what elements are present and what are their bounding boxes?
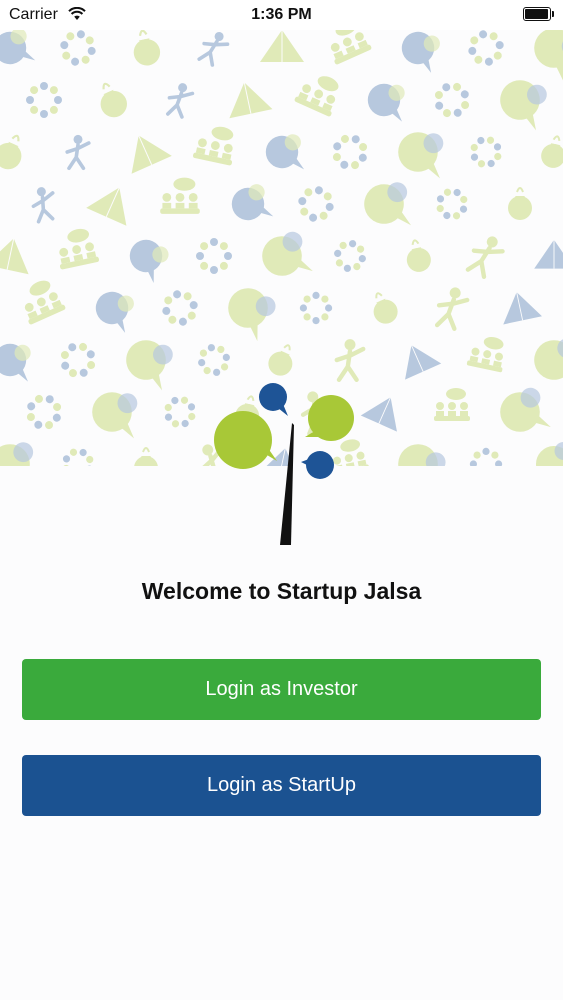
logo-bubble-green-left (214, 411, 277, 469)
pattern-bag-icon (541, 135, 563, 168)
pattern-bag-icon (373, 292, 398, 324)
status-time: 1:36 PM (251, 6, 312, 23)
pattern-ring-icon (334, 240, 366, 272)
pattern-tent-icon (86, 187, 127, 226)
pattern-tent-icon (534, 239, 563, 269)
pattern-meeting-icon (59, 228, 100, 270)
pattern-tent-icon (0, 238, 29, 275)
logo-bubble-blue-bottom (301, 451, 334, 479)
pattern-ring-icon (436, 188, 468, 220)
pattern-bubble-icon (262, 231, 313, 276)
pattern-bubble-icon (398, 132, 444, 179)
logo-tree-trunk (280, 423, 294, 545)
pattern-ring-icon (60, 30, 96, 66)
login-investor-button[interactable]: Login as Investor (22, 659, 541, 720)
pattern-tent-icon (131, 135, 172, 174)
pattern-bubble-icon (129, 239, 169, 284)
pattern-person-icon (65, 134, 91, 171)
pattern-meeting-icon (466, 336, 504, 373)
pattern-ring-icon (299, 291, 333, 325)
pattern-bubble-icon (265, 134, 305, 170)
logo-bubble-green-right (305, 395, 354, 441)
pattern-ring-icon (196, 238, 232, 274)
pattern-person-icon (166, 83, 195, 119)
pattern-bubble-icon (401, 31, 440, 73)
login-startup-button[interactable]: Login as StartUp (22, 755, 541, 816)
pattern-ring-icon (434, 82, 470, 118)
pattern-ring-icon (298, 186, 334, 222)
pattern-ring-icon (470, 136, 502, 168)
pattern-tent-icon (229, 82, 273, 119)
logo-bubble-blue-top (259, 383, 288, 416)
pattern-meeting-icon (330, 30, 372, 65)
pattern-ring-icon (332, 134, 368, 170)
pattern-meeting-icon (160, 177, 200, 214)
battery-icon (523, 7, 554, 21)
login-startup-label: Login as StartUp (207, 774, 356, 796)
pattern-person-icon (31, 187, 55, 224)
pattern-ring-icon (162, 290, 198, 326)
pattern-bubble-icon (534, 30, 563, 82)
pattern-bubble-icon (0, 30, 36, 65)
login-investor-label: Login as Investor (205, 678, 358, 700)
pattern-bubble-icon (95, 291, 134, 333)
pattern-tent-icon (503, 292, 542, 325)
pattern-bag-icon (100, 82, 127, 118)
pattern-person-icon (465, 236, 505, 279)
pattern-ring-icon (26, 82, 62, 118)
startup-jalsa-logo (214, 383, 354, 545)
status-bar: Carrier 1:36 PM (0, 0, 563, 30)
pattern-bubble-icon (364, 182, 412, 226)
pattern-meeting-icon (192, 126, 234, 166)
pattern-bubble-icon (367, 83, 405, 122)
pattern-person-icon (197, 31, 230, 67)
pattern-bag-icon (0, 134, 22, 170)
pattern-person-icon (434, 287, 470, 331)
pattern-bubble-icon (228, 288, 276, 342)
pattern-bubble-icon (500, 80, 547, 131)
pattern-meeting-icon (294, 76, 339, 117)
pattern-ring-icon (468, 30, 504, 66)
pattern-bag-icon (133, 30, 161, 66)
pattern-bag-icon (508, 187, 532, 220)
pattern-meeting-icon (24, 280, 66, 325)
pattern-bag-icon (406, 239, 431, 272)
pattern-tent-icon (260, 30, 304, 62)
pattern-bubble-icon (231, 184, 274, 221)
welcome-title: Welcome to Startup Jalsa (141, 578, 422, 604)
